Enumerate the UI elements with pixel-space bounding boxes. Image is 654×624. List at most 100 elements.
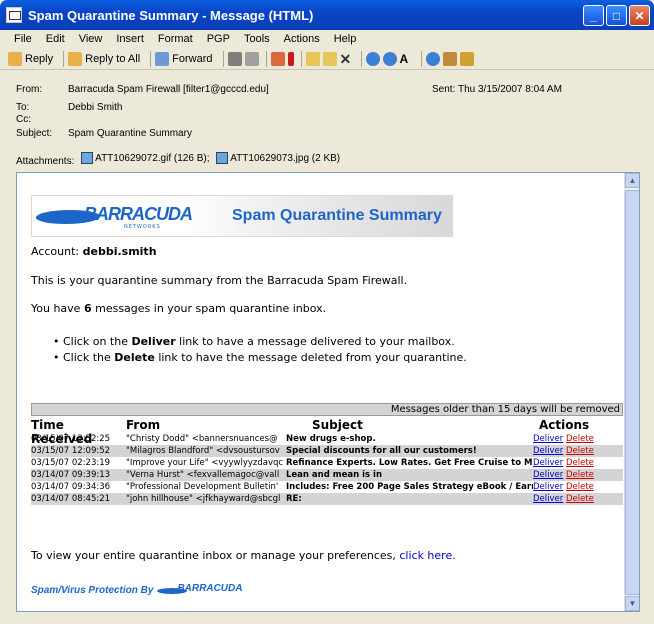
flag-icon[interactable]	[287, 51, 294, 66]
minimize-button[interactable]: _	[583, 5, 604, 26]
menu-help[interactable]: Help	[334, 33, 357, 45]
address-book-icon[interactable]	[442, 51, 457, 66]
deliver-link[interactable]: Deliver	[533, 482, 563, 492]
menu-pgp[interactable]: PGP	[207, 33, 230, 45]
maximize-button[interactable]: □	[606, 5, 627, 26]
protection-text: Spam/Virus Protection By	[31, 584, 154, 596]
row-time: 03/15/07 02:23:19	[31, 458, 111, 468]
attachment-gif[interactable]: ATT10629072.gif (126 B);	[77, 152, 209, 164]
row-subject: Refinance Experts. Low Rates. Get Free C…	[286, 458, 533, 468]
instructions-list: Click on the Deliver link to have a mess…	[53, 334, 467, 366]
banner-title: Spam Quarantine Summary	[182, 196, 452, 236]
help-icon[interactable]	[425, 51, 440, 66]
menu-format[interactable]: Format	[158, 33, 193, 45]
attachments-label: Attachments:	[16, 156, 75, 167]
move-icon[interactable]	[270, 51, 285, 66]
table-row: 03/15/07 13:52:25 "Christy Dodd" <banners…	[31, 433, 623, 445]
print-icon[interactable]	[227, 51, 242, 66]
deliver-link[interactable]: Deliver	[533, 434, 563, 444]
attachment-jpg-name: ATT10629073.jpg (2 KB)	[230, 152, 341, 164]
menu-file[interactable]: File	[14, 33, 32, 45]
count-post: messages in your spam quarantine inbox.	[95, 302, 327, 315]
bullet1-word: Deliver	[131, 335, 176, 348]
close-button[interactable]: ✕	[629, 5, 650, 26]
message-count: 6	[83, 302, 92, 315]
font-size-icon[interactable]: A	[400, 52, 414, 66]
row-from: "Verna Hurst" <fexvallemagoc@vall	[126, 470, 280, 480]
from-label: From:	[16, 84, 43, 95]
footer-text: To view your entire quarantine inbox or …	[31, 549, 396, 562]
delete-link[interactable]: Delete	[566, 494, 594, 504]
vertical-scrollbar[interactable]: ▲ ▼	[624, 173, 639, 611]
message-body[interactable]: BARRACUDA NETWORKS Spam Quarantine Summa…	[16, 172, 640, 612]
attachment-jpg[interactable]: ATT10629073.jpg (2 KB)	[212, 152, 340, 164]
row-subject: New drugs e-shop.	[286, 434, 376, 444]
deliver-link[interactable]: Deliver	[533, 494, 563, 504]
row-time: 03/14/07 09:39:13	[31, 470, 111, 480]
mini-logo-text: BARRACUDA	[177, 583, 243, 594]
menu-view[interactable]: View	[79, 33, 103, 45]
scroll-down-icon[interactable]: ▼	[625, 596, 639, 611]
delete-link[interactable]: Delete	[566, 458, 594, 468]
forward-icon	[155, 51, 170, 66]
menu-edit[interactable]: Edit	[46, 33, 65, 45]
logo-sub: NETWORKS	[124, 224, 161, 230]
count-line: You have 6 messages in your spam quarant…	[31, 302, 326, 315]
pgp-icon[interactable]	[459, 51, 474, 66]
logo-text: BARRACUDA	[84, 204, 193, 224]
protection-footer: Spam/Virus Protection By BARRACUDA	[31, 583, 242, 597]
sent-label: Sent:	[432, 84, 456, 95]
bullet1-post: link to have a message delivered to your…	[179, 335, 455, 348]
to-value[interactable]: Debbi Smith	[68, 102, 122, 113]
banner: BARRACUDA NETWORKS Spam Quarantine Summa…	[31, 195, 453, 237]
deliver-link[interactable]: Deliver	[533, 446, 563, 456]
scroll-thumb[interactable]	[625, 190, 639, 595]
move-to-folder-icon[interactable]	[322, 51, 337, 66]
click-here-link[interactable]: click here.	[399, 549, 455, 562]
bullet2-post: link to have the message deleted from yo…	[158, 351, 467, 364]
row-from: "Milagros Blandford" <dvsoustursov	[126, 446, 280, 456]
forward-button[interactable]: Forward	[155, 51, 213, 66]
intro-text: This is your quarantine summary from the…	[31, 274, 408, 287]
row-time: 03/14/07 09:34:36	[31, 482, 111, 492]
envelope-icon	[6, 7, 22, 23]
delete-link[interactable]: Delete	[566, 482, 594, 492]
row-from: "john hillhouse" <jfkhayward@sbcgl	[126, 494, 281, 504]
row-from: "Christy Dodd" <bannersnuances@	[126, 434, 278, 444]
table-row: 03/14/07 08:45:21 "john hillhouse" <jfkha…	[31, 493, 623, 505]
bullet2-word: Delete	[114, 351, 155, 364]
delete-link[interactable]: Delete	[566, 446, 594, 456]
cc-label: Cc:	[16, 114, 31, 125]
menu-insert[interactable]: Insert	[116, 33, 144, 45]
message-header: From: Barracuda Spam Firewall [filter1@gc…	[0, 72, 654, 172]
footer-line: To view your entire quarantine inbox or …	[31, 549, 456, 562]
image-file-icon	[216, 152, 229, 164]
copy-icon[interactable]	[244, 51, 259, 66]
next-item-icon[interactable]	[382, 51, 397, 66]
reply-icon	[8, 51, 22, 66]
delete-icon[interactable]: ✕	[340, 52, 354, 66]
folder-icon[interactable]	[305, 51, 320, 66]
to-label: To:	[16, 102, 30, 113]
menu-actions[interactable]: Actions	[284, 33, 320, 45]
reply-button[interactable]: Reply	[8, 51, 53, 66]
deliver-link[interactable]: Deliver	[533, 470, 563, 480]
menu-tools[interactable]: Tools	[244, 33, 270, 45]
row-time: 03/15/07 13:52:25	[31, 434, 111, 444]
reply-all-button[interactable]: Reply to All	[68, 51, 140, 66]
delete-link[interactable]: Delete	[566, 470, 594, 480]
menu-bar: File Edit View Insert Format PGP Tools A…	[0, 30, 654, 48]
title-bar[interactable]: Spam Quarantine Summary - Message (HTML)…	[0, 0, 654, 30]
toolbar: Reply Reply to All Forward ✕ A	[0, 48, 654, 70]
forward-label: Forward	[172, 52, 213, 65]
row-subject: Includes: Free 200 Page Sales Strategy e…	[286, 482, 533, 492]
bullet2-pre: Click the	[63, 351, 111, 364]
list-item: Click on the Deliver link to have a mess…	[53, 334, 467, 350]
previous-item-icon[interactable]	[365, 51, 380, 66]
row-from: "Professional Development Bulletin'	[126, 482, 279, 492]
bullet1-pre: Click on the	[63, 335, 128, 348]
deliver-link[interactable]: Deliver	[533, 458, 563, 468]
delete-link[interactable]: Delete	[566, 434, 594, 444]
scroll-up-icon[interactable]: ▲	[625, 173, 639, 188]
from-value[interactable]: Barracuda Spam Firewall [filter1@gcccd.e…	[68, 84, 269, 95]
